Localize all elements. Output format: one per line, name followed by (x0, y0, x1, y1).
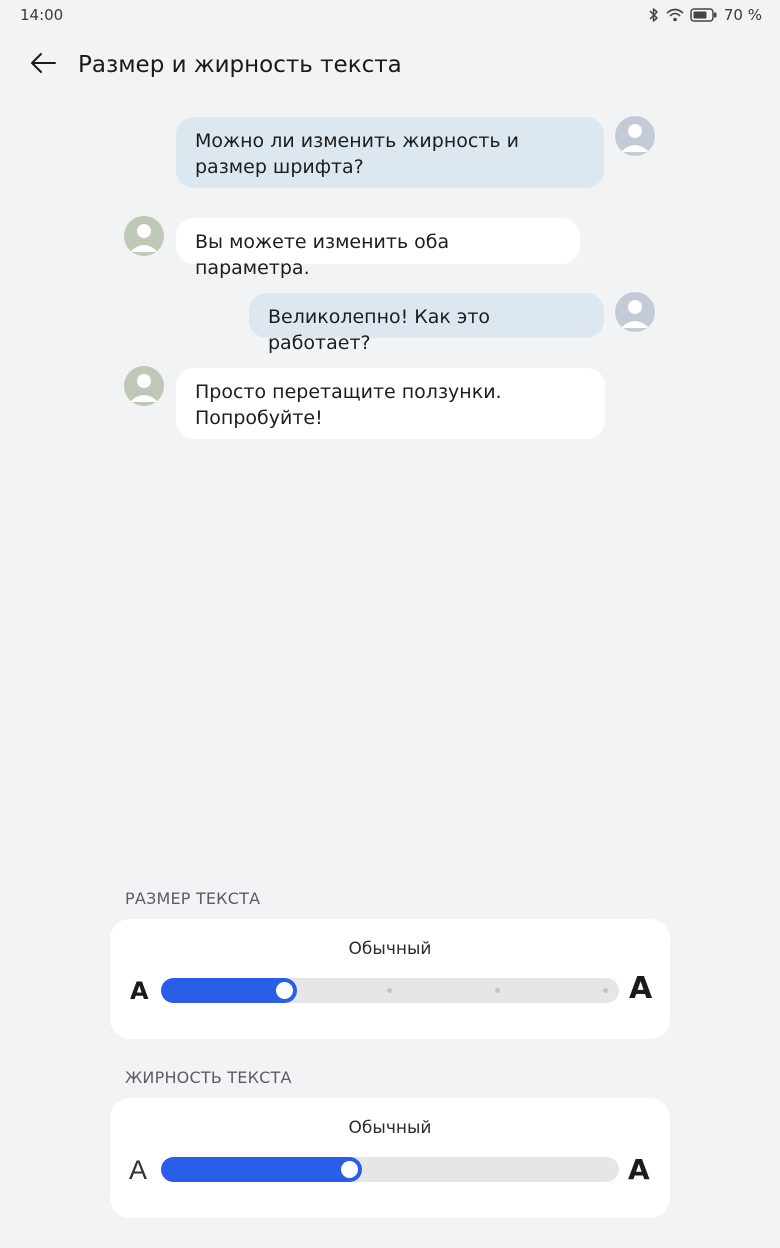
text-weight-max-glyph: A (628, 1153, 650, 1186)
message-text: Вы можете изменить оба параметра. (195, 231, 450, 279)
text-weight-value: Обычный (348, 1118, 432, 1138)
text-weight-label: ЖИРНОСТЬ ТЕКСТА (125, 1068, 292, 1087)
text-size-label: РАЗМЕР ТЕКСТА (125, 889, 261, 908)
chat-message-bot: Вы можете изменить оба параметра. (176, 218, 580, 279)
text-size-value: Обычный (348, 939, 432, 959)
wifi-icon (666, 8, 684, 22)
slider-tick (603, 988, 608, 993)
slider-tick (495, 988, 500, 993)
text-size-max-glyph: A (629, 971, 653, 1006)
chat-message-user: Великолепно! Как это работает? (249, 293, 604, 354)
bot-avatar (124, 216, 164, 256)
battery-percent: 70 % (723, 6, 762, 24)
text-weight-slider[interactable] (161, 1157, 619, 1182)
slider-tick (387, 988, 392, 993)
arrow-left-icon (29, 51, 57, 79)
bluetooth-icon (648, 7, 660, 23)
status-time: 14:00 (20, 6, 64, 24)
text-size-card: Обычный A A (110, 919, 670, 1039)
text-weight-slider-fill (161, 1157, 363, 1182)
text-weight-card: Обычный A A (110, 1098, 670, 1218)
message-text: Великолепно! Как это работает? (268, 306, 491, 354)
bot-avatar (124, 366, 164, 406)
user-avatar (615, 116, 655, 156)
message-text: Просто перетащите ползунки. Попробуйте! (195, 381, 502, 429)
text-size-slider[interactable] (161, 978, 619, 1003)
chat-message-bot: Просто перетащите ползунки. Попробуйте! (176, 368, 605, 439)
page-header: Размер и жирность текста (0, 40, 780, 90)
page-title: Размер и жирность текста (78, 52, 402, 78)
text-size-min-glyph: A (130, 977, 149, 1005)
text-weight-min-glyph: A (129, 1155, 148, 1185)
user-avatar (615, 292, 655, 332)
status-icons: 70 % (648, 6, 762, 24)
battery-icon (690, 8, 718, 22)
chat-message-user: Можно ли изменить жирность и размер шриф… (176, 117, 604, 188)
message-text: Можно ли изменить жирность и размер шриф… (195, 130, 519, 178)
status-bar: 14:00 70 % (0, 0, 780, 30)
back-button[interactable] (26, 50, 60, 80)
